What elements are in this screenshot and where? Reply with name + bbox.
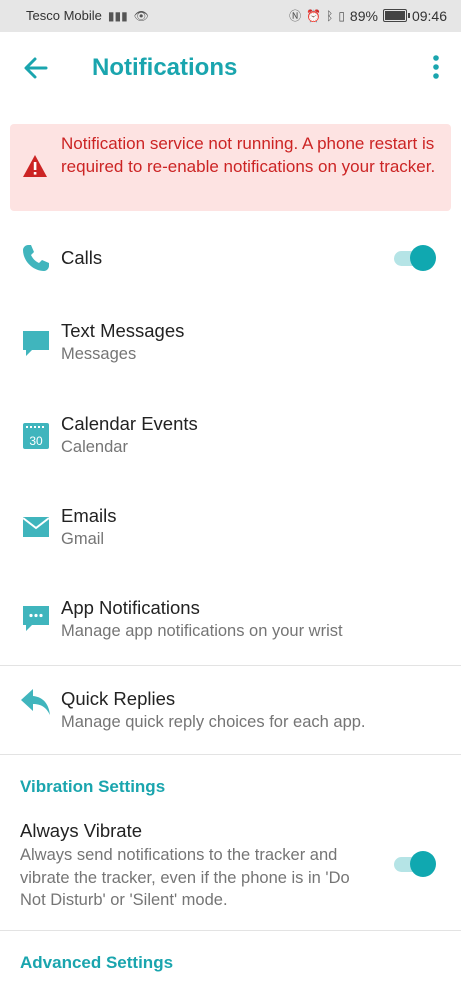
battery-icon bbox=[382, 9, 410, 22]
status-bar: Tesco Mobile ▮▮▮ 👁 Ⓝ ⏰ ᛒ ▯ 89% 09:46 bbox=[0, 0, 461, 32]
divider bbox=[0, 754, 461, 755]
toggle-thumb bbox=[410, 245, 436, 271]
quick-replies-subtitle: Manage quick reply choices for each app. bbox=[61, 713, 366, 731]
reply-icon bbox=[21, 689, 50, 715]
battery-percent: 89% bbox=[349, 7, 378, 24]
text-messages-label: Text Messages bbox=[61, 320, 185, 341]
calls-label: Calls bbox=[61, 247, 103, 268]
chat-bubble-icon bbox=[23, 331, 49, 356]
calendar-events-subtitle: Calendar bbox=[61, 438, 128, 456]
divider bbox=[0, 665, 461, 666]
alarm-icon: ⏰ bbox=[306, 8, 322, 23]
text-messages-subtitle: Messages bbox=[61, 345, 137, 363]
arrow-left-icon bbox=[24, 57, 48, 79]
text-messages-row[interactable]: Text Messages Messages bbox=[0, 318, 461, 378]
app-notifications-label: App Notifications bbox=[61, 597, 200, 618]
carrier-name: Tesco Mobile bbox=[26, 8, 102, 23]
emails-row[interactable]: Emails Gmail bbox=[0, 503, 461, 563]
app-bar: Notifications bbox=[0, 32, 461, 104]
calendar-icon-text: 30 bbox=[29, 434, 43, 448]
vibrate-icon: ▯ bbox=[338, 8, 345, 23]
calendar-icon: 30 bbox=[23, 423, 49, 449]
emails-label: Emails bbox=[61, 505, 117, 526]
calendar-events-label: Calendar Events bbox=[61, 413, 198, 434]
toggle-thumb bbox=[410, 851, 436, 877]
always-vibrate-label: Always Vibrate bbox=[20, 820, 143, 841]
battery-fill bbox=[384, 11, 405, 20]
calls-row[interactable]: Calls bbox=[0, 232, 461, 292]
page-title: Notifications bbox=[92, 54, 238, 81]
clock: 09:46 bbox=[411, 7, 447, 24]
error-message: Notification service not running. A phon… bbox=[61, 134, 436, 176]
warning-icon bbox=[23, 155, 47, 177]
status-right: Ⓝ ⏰ ᛒ ▯ 89% 09:46 bbox=[289, 7, 447, 24]
nfc-icon: Ⓝ bbox=[289, 9, 302, 23]
quick-replies-row[interactable]: Quick Replies Manage quick reply choices… bbox=[0, 686, 461, 746]
back-button[interactable] bbox=[20, 52, 52, 84]
vibration-settings-header: Vibration Settings bbox=[20, 777, 166, 796]
status-left: Tesco Mobile ▮▮▮ 👁 bbox=[26, 8, 149, 23]
advanced-settings-header: Advanced Settings bbox=[20, 953, 174, 972]
always-vibrate-description: Always send notifications to the tracker… bbox=[20, 846, 350, 909]
calendar-events-row[interactable]: 30 Calendar Events Calendar bbox=[0, 410, 461, 470]
app-notification-icon bbox=[23, 606, 49, 631]
emails-subtitle: Gmail bbox=[61, 530, 105, 548]
bluetooth-icon: ᛒ bbox=[326, 8, 334, 23]
error-banner: Notification service not running. A phon… bbox=[10, 124, 451, 211]
eye-icon: 👁 bbox=[133, 8, 149, 23]
signal-icon: ▮▮▮ bbox=[107, 8, 128, 23]
app-notifications-subtitle: Manage app notifications on your wrist bbox=[61, 622, 343, 640]
quick-replies-label: Quick Replies bbox=[61, 688, 176, 709]
app-notifications-row[interactable]: App Notifications Manage app notificatio… bbox=[0, 595, 461, 655]
envelope-icon bbox=[22, 517, 50, 537]
more-vert-icon bbox=[433, 55, 439, 79]
more-options-button[interactable] bbox=[429, 54, 443, 80]
calls-toggle[interactable] bbox=[394, 244, 438, 272]
phone-icon bbox=[23, 245, 49, 271]
always-vibrate-toggle[interactable] bbox=[394, 850, 438, 878]
divider bbox=[0, 930, 461, 931]
